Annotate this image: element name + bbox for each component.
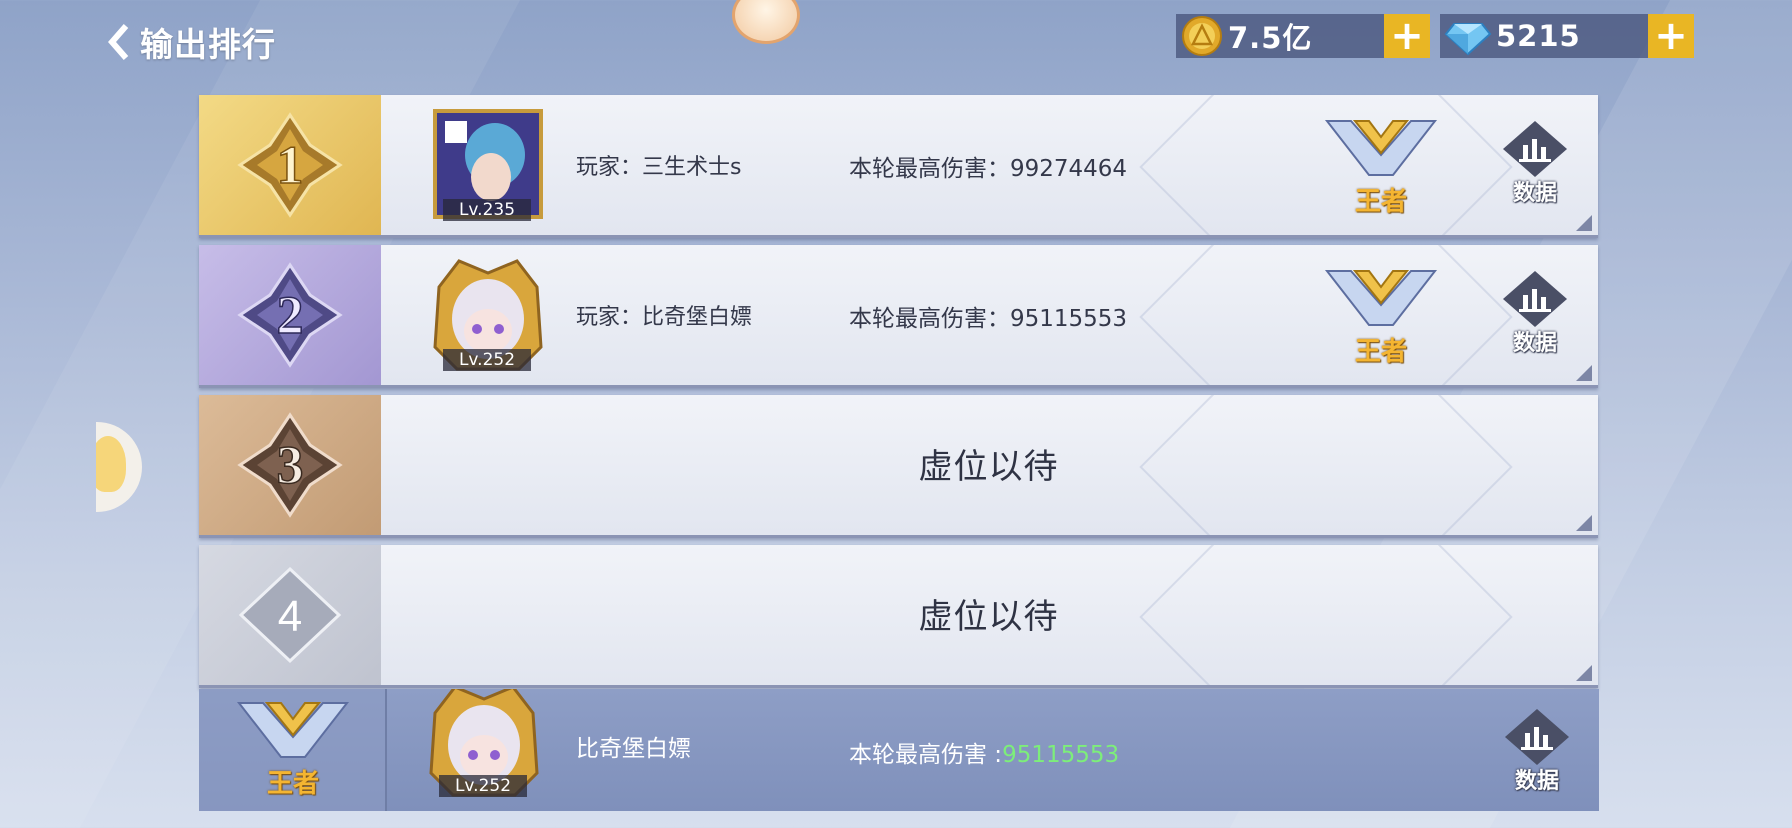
player-level: Lv.235 bbox=[443, 199, 531, 221]
page-title: 输出排行 bbox=[140, 25, 276, 64]
bar-chart-icon bbox=[1503, 121, 1567, 177]
plus-icon: + bbox=[1390, 13, 1424, 59]
corner-mark bbox=[1576, 365, 1592, 381]
back-button[interactable]: 输出排行 bbox=[104, 18, 276, 66]
data-button[interactable]: 数据 bbox=[1497, 707, 1577, 797]
player-name: 玩家：三生术士s bbox=[576, 155, 742, 180]
empty-slot-text: 虚位以待 bbox=[918, 597, 1059, 637]
add-diamond-button[interactable]: + bbox=[1648, 14, 1694, 58]
damage-label: 本轮最高伤害： bbox=[849, 306, 1010, 332]
player-level: Lv.252 bbox=[443, 349, 531, 371]
ranking-row: 2 Lv.252 玩家：比奇堡白嫖 本轮最高伤害：95115553 王者 数据 bbox=[199, 245, 1598, 388]
diamond-currency: 5215 + bbox=[1440, 14, 1694, 58]
rank-1-emblem: 1 bbox=[237, 112, 343, 218]
max-damage: 本轮最高伤害：99274464 bbox=[849, 149, 1127, 183]
max-damage: 本轮最高伤害 :95115553 bbox=[849, 735, 1119, 769]
bar-chart-icon bbox=[1505, 709, 1569, 765]
player-avatar[interactable]: Lv.252 bbox=[425, 689, 543, 801]
chick-icon bbox=[96, 436, 126, 492]
player-avatar[interactable]: Lv.252 bbox=[429, 257, 547, 375]
player-avatar[interactable]: Lv.235 bbox=[429, 107, 547, 225]
rank-number: 1 bbox=[277, 135, 304, 195]
tier-label: 王者 bbox=[1354, 187, 1407, 217]
gold-amount: 7.5亿 bbox=[1228, 21, 1313, 55]
ranking-row: 3 虚位以待 bbox=[199, 395, 1598, 538]
rank-cell: 1 bbox=[199, 95, 381, 235]
player-name: 比奇堡白嫖 bbox=[576, 736, 691, 762]
plus-icon: + bbox=[1654, 13, 1688, 59]
gold-currency: 7.5亿 + bbox=[1176, 14, 1430, 58]
bar-chart-icon bbox=[1503, 271, 1567, 327]
rank-2-emblem: 2 bbox=[237, 262, 343, 368]
data-button[interactable]: 数据 bbox=[1495, 269, 1575, 359]
damage-value: 95115553 bbox=[1010, 306, 1128, 332]
tier-badge: 王者 bbox=[1321, 265, 1441, 377]
tier-badge: 王者 bbox=[233, 697, 353, 809]
player-name: 玩家：比奇堡白嫖 bbox=[576, 305, 753, 330]
data-button[interactable]: 数据 bbox=[1495, 119, 1575, 209]
rank-number: 2 bbox=[277, 285, 304, 345]
player-level: Lv.252 bbox=[439, 775, 527, 797]
data-label: 数据 bbox=[1514, 769, 1559, 794]
max-damage: 本轮最高伤害：95115553 bbox=[849, 299, 1127, 333]
my-rank-row: 王者 Lv.252 比奇堡白嫖 本轮最高伤害 :95115553 数据 bbox=[199, 689, 1599, 811]
diamond-icon bbox=[1444, 23, 1492, 56]
diamond-amount: 5215 bbox=[1496, 19, 1581, 53]
ranking-row: 4 虚位以待 bbox=[199, 545, 1598, 688]
damage-label: 本轮最高伤害 : bbox=[849, 742, 1003, 768]
damage-value: 99274464 bbox=[1010, 156, 1128, 182]
my-tier-cell: 王者 bbox=[199, 689, 387, 811]
empty-slot-text: 虚位以待 bbox=[918, 447, 1059, 487]
damage-value: 95115553 bbox=[1002, 742, 1120, 768]
data-label: 数据 bbox=[1512, 331, 1557, 356]
gold-coin-icon bbox=[1182, 16, 1222, 56]
corner-mark bbox=[1576, 215, 1592, 231]
tier-label: 王者 bbox=[266, 769, 319, 799]
tier-badge: 王者 bbox=[1321, 115, 1441, 227]
damage-label: 本轮最高伤害： bbox=[849, 156, 1010, 182]
corner-mark bbox=[1576, 515, 1592, 531]
add-gold-button[interactable]: + bbox=[1384, 14, 1430, 58]
mascot-icon bbox=[732, 0, 800, 44]
chevron-left-icon bbox=[108, 24, 129, 60]
rank-cell: 2 bbox=[199, 245, 381, 385]
ranking-row: 1 Lv.235 玩家：三生术士s 本轮最高伤害：99274464 王者 数据 bbox=[199, 95, 1598, 238]
data-label: 数据 bbox=[1512, 181, 1557, 206]
tier-label: 王者 bbox=[1354, 337, 1407, 367]
corner-mark bbox=[1576, 665, 1592, 681]
